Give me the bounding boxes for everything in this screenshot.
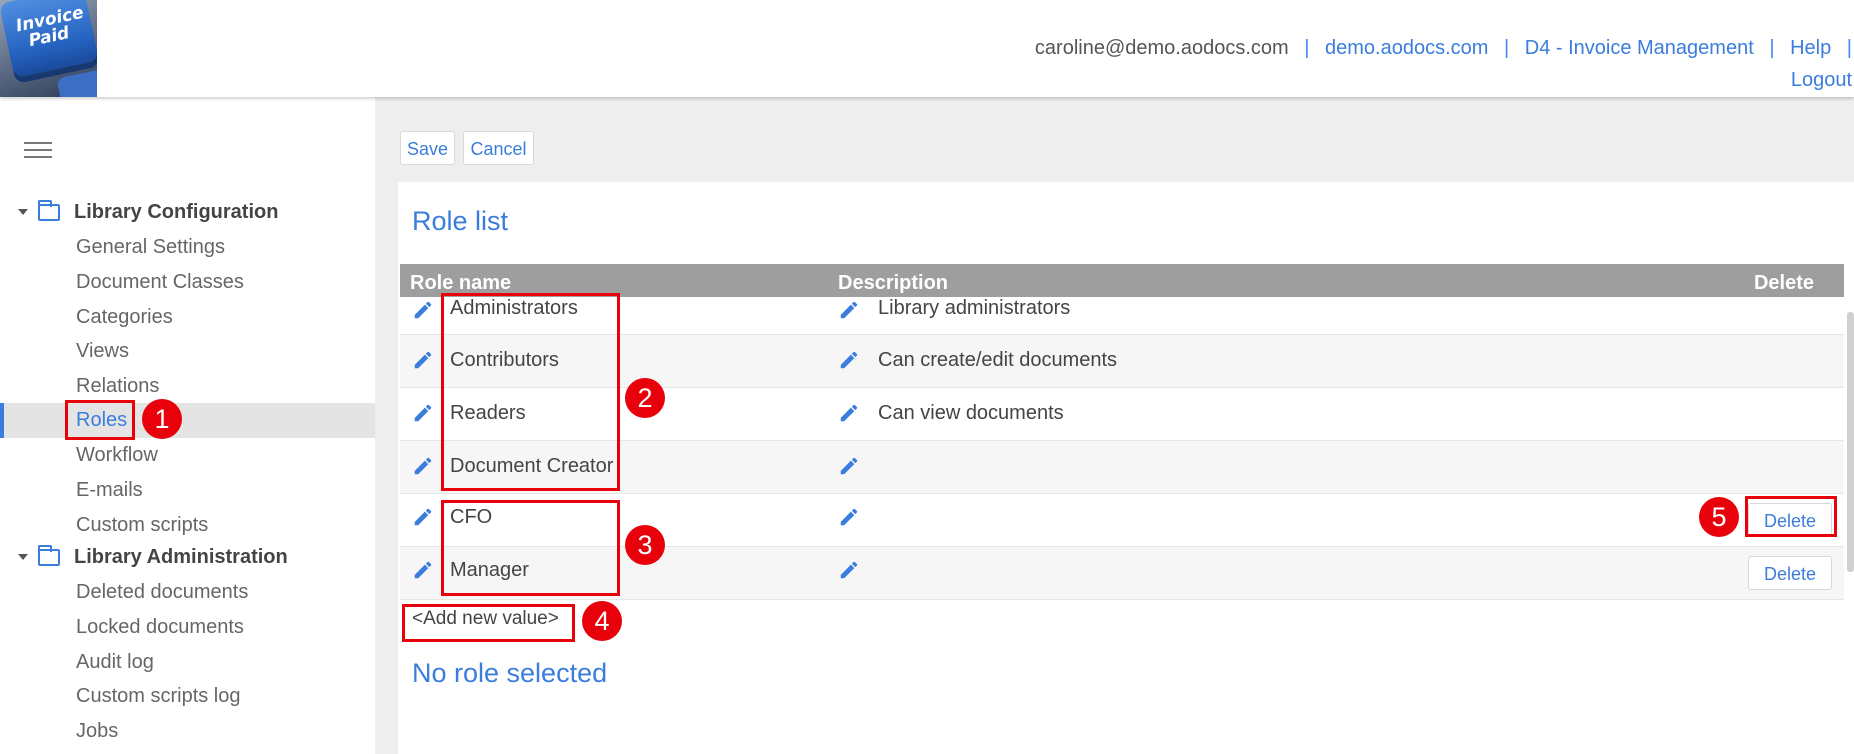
- edit-pencil-icon[interactable]: [412, 559, 434, 581]
- sidebar-item-workflow[interactable]: Workflow: [0, 438, 375, 473]
- library-logo: Invoice Paid: [0, 0, 97, 97]
- separator: |: [1846, 37, 1852, 59]
- sidebar-item-jobs[interactable]: Jobs: [0, 714, 375, 749]
- sidebar-item-categories[interactable]: Categories: [0, 300, 375, 335]
- edit-pencil-icon[interactable]: [412, 402, 434, 424]
- column-header-delete: Delete: [1753, 272, 1814, 294]
- annotation-box-roles: [65, 400, 135, 440]
- domain-link[interactable]: demo.aodocs.com: [1325, 37, 1488, 59]
- annotation-box-system-roles: [441, 293, 620, 491]
- sidebar-item-locked-documents[interactable]: Locked documents: [0, 610, 375, 645]
- edit-pencil-icon[interactable]: [838, 349, 860, 371]
- edit-pencil-icon[interactable]: [838, 506, 860, 528]
- role-description: Can create/edit documents: [878, 349, 1118, 371]
- no-role-selected-text: No role selected: [412, 658, 608, 688]
- help-link[interactable]: Help: [1790, 37, 1831, 59]
- folder-icon: [37, 199, 60, 221]
- sidebar: Library Configuration General Settings D…: [0, 97, 375, 754]
- annotation-box-delete: [1745, 496, 1837, 537]
- sidebar-item-views[interactable]: Views: [0, 334, 375, 369]
- edit-pencil-icon[interactable]: [412, 299, 434, 321]
- top-navigation: caroline@demo.aodocs.com | demo.aodocs.c…: [1035, 32, 1852, 96]
- role-description: Library administrators: [878, 297, 1071, 319]
- app-header: Invoice Paid caroline@demo.aodocs.com | …: [0, 0, 1854, 97]
- section-library-administration[interactable]: Library Administration: [0, 540, 288, 574]
- separator: |: [1304, 37, 1310, 59]
- delete-button[interactable]: Delete: [1748, 556, 1832, 590]
- edit-pencil-icon[interactable]: [838, 299, 860, 321]
- caret-down-icon: [18, 209, 28, 215]
- save-button[interactable]: Save: [400, 131, 456, 165]
- folder-icon: [37, 544, 60, 566]
- vertical-scrollbar[interactable]: [1847, 312, 1854, 572]
- logout-link[interactable]: Logout: [1791, 69, 1852, 91]
- section-library-configuration[interactable]: Library Configuration: [0, 195, 278, 229]
- annotation-badge: 1: [142, 399, 182, 439]
- separator: |: [1503, 37, 1510, 59]
- section-label: Library Administration: [74, 545, 288, 568]
- menu-icon[interactable]: [24, 142, 52, 160]
- sidebar-item-general-settings[interactable]: General Settings: [0, 230, 375, 265]
- sidebar-item-audit-log[interactable]: Audit log: [0, 645, 375, 680]
- sidebar-item-roles[interactable]: Roles: [0, 403, 375, 438]
- sidebar-item-custom-scripts[interactable]: Custom scripts: [0, 508, 375, 543]
- column-header-role-name: Role name: [410, 272, 512, 294]
- sidebar-item-document-classes[interactable]: Document Classes: [0, 265, 375, 300]
- annotation-badge: 3: [625, 525, 665, 565]
- edit-pencil-icon[interactable]: [412, 455, 434, 477]
- logo-text: Invoice Paid: [14, 2, 86, 52]
- role-description: Can view documents: [878, 402, 1064, 424]
- sidebar-item-relations[interactable]: Relations: [0, 369, 375, 404]
- sidebar-item-deleted-documents[interactable]: Deleted documents: [0, 575, 375, 610]
- edit-pencil-icon[interactable]: [838, 559, 860, 581]
- page-title: Role list: [412, 206, 509, 236]
- annotation-box-add-new: [402, 604, 575, 642]
- column-header-description: Description: [838, 272, 949, 294]
- library-link[interactable]: D4 - Invoice Management: [1525, 37, 1754, 59]
- edit-pencil-icon[interactable]: [838, 455, 860, 477]
- annotation-badge: 5: [1699, 497, 1739, 537]
- cancel-button[interactable]: Cancel: [463, 131, 534, 165]
- section-label: Library Configuration: [74, 200, 279, 223]
- edit-pencil-icon[interactable]: [412, 506, 434, 528]
- edit-pencil-icon[interactable]: [412, 349, 434, 371]
- sidebar-item-emails[interactable]: E-mails: [0, 473, 375, 508]
- toolbar: Save Cancel: [400, 131, 538, 165]
- annotation-box-custom-roles: [441, 500, 620, 596]
- caret-down-icon: [18, 554, 28, 560]
- annotation-badge: 4: [582, 601, 622, 641]
- sidebar-item-custom-scripts-log[interactable]: Custom scripts log: [0, 679, 375, 714]
- annotation-badge: 2: [625, 378, 665, 418]
- user-email: caroline@demo.aodocs.com: [1034, 37, 1289, 59]
- separator: |: [1769, 37, 1775, 59]
- edit-pencil-icon[interactable]: [838, 402, 860, 424]
